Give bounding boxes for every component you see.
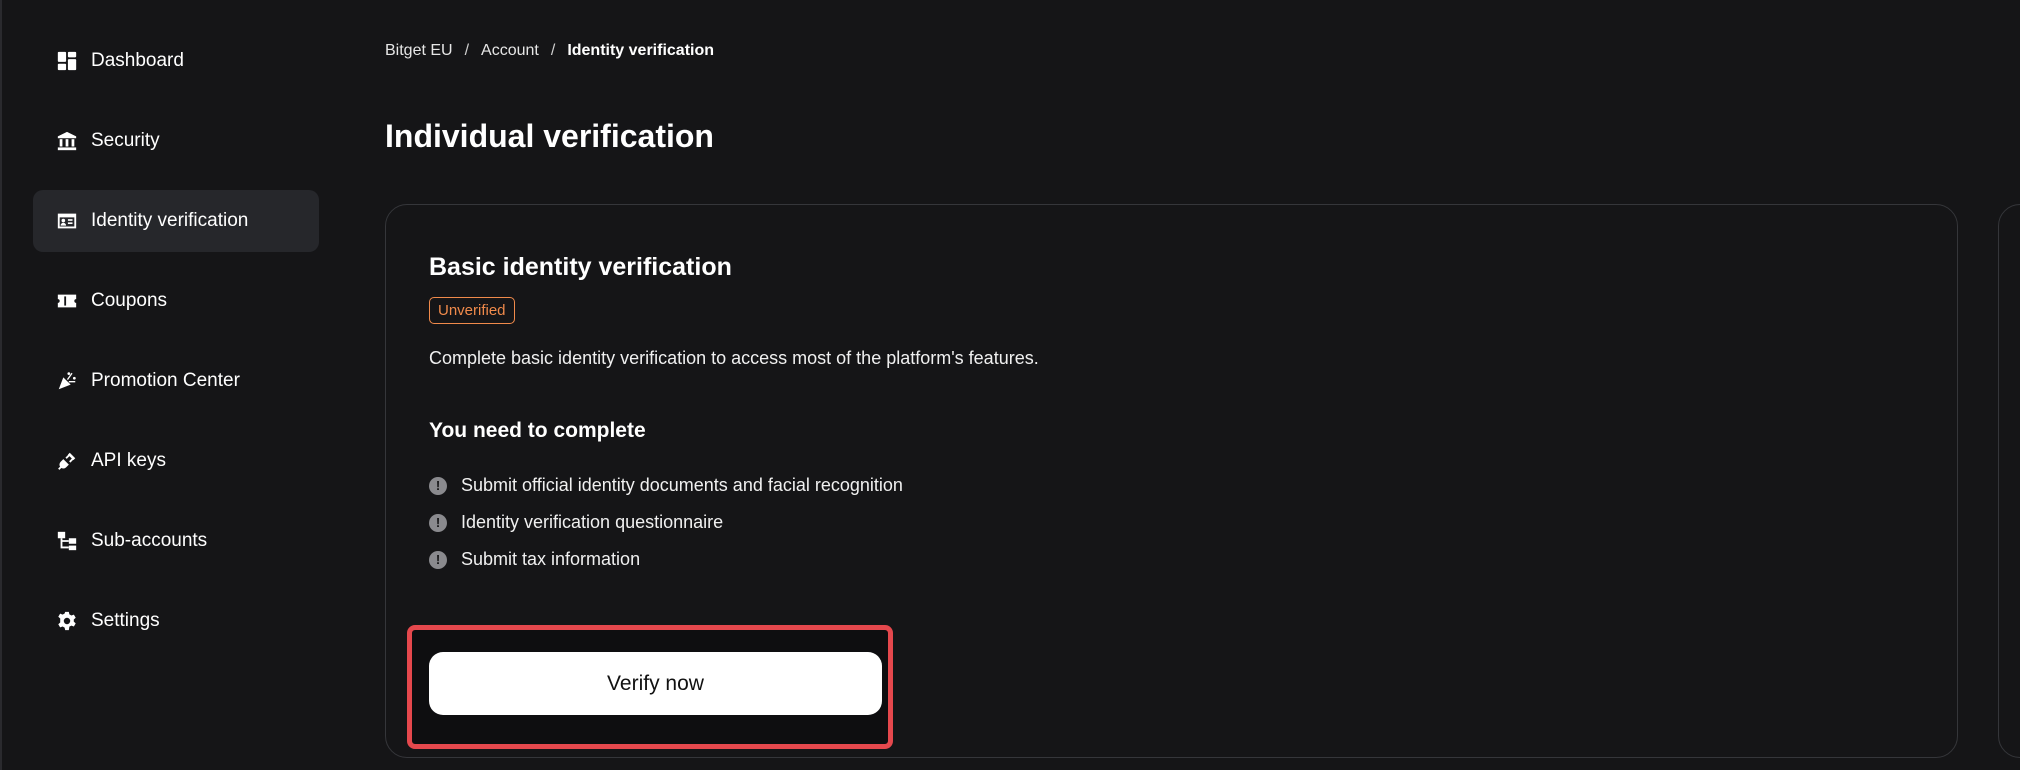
plug-icon: [55, 449, 79, 473]
card-title: Basic identity verification: [429, 253, 732, 281]
sidebar-item-label: Identity verification: [91, 210, 249, 231]
basic-verification-card: Basic identity verification Unverified C…: [385, 204, 1958, 758]
requirements-title: You need to complete: [429, 419, 646, 442]
sidebar-item-security[interactable]: Security: [33, 110, 319, 172]
sidebar-item-label: Security: [91, 130, 160, 151]
sidebar-item-coupons[interactable]: Coupons: [33, 270, 319, 332]
sidebar-item-api-keys[interactable]: API keys: [33, 430, 319, 492]
requirements-list: ! Submit official identity documents and…: [429, 467, 903, 578]
sidebar-item-sub-accounts[interactable]: Sub-accounts: [33, 510, 319, 572]
sidebar-item-label: API keys: [91, 450, 166, 471]
list-item: ! Submit official identity documents and…: [429, 467, 903, 504]
exclamation-icon: !: [429, 476, 447, 495]
page-title: Individual verification: [385, 118, 714, 154]
sidebar-item-promotion-center[interactable]: Promotion Center: [33, 350, 319, 412]
breadcrumb: Bitget EU / Account / Identity verificat…: [385, 42, 714, 60]
requirement-text: Submit official identity documents and f…: [461, 475, 903, 495]
sidebar-item-label: Coupons: [91, 290, 168, 311]
exclamation-icon: !: [429, 550, 447, 569]
status-badge: Unverified: [429, 297, 515, 324]
dashboard-icon: [55, 49, 79, 73]
card-description: Complete basic identity verification to …: [429, 348, 1039, 368]
breadcrumb-link-account[interactable]: Account: [481, 42, 539, 60]
gear-icon: [55, 609, 79, 633]
hierarchy-icon: [55, 529, 79, 553]
breadcrumb-link-bitget-eu[interactable]: Bitget EU: [385, 42, 453, 60]
next-card-edge: [1998, 204, 2020, 758]
sidebar-item-settings[interactable]: Settings: [33, 590, 319, 652]
breadcrumb-separator: /: [550, 42, 556, 59]
list-item: ! Identity verification questionnaire: [429, 504, 903, 541]
requirement-text: Identity verification questionnaire: [461, 512, 724, 532]
sidebar-item-identity-verification[interactable]: Identity verification: [33, 190, 319, 252]
breadcrumb-separator: /: [464, 42, 470, 59]
sidebar-item-dashboard[interactable]: Dashboard: [33, 30, 319, 92]
list-item: ! Submit tax information: [429, 541, 903, 578]
sidebar: Dashboard Security Identity verification…: [33, 30, 319, 670]
party-popper-icon: [55, 369, 79, 393]
sidebar-item-label: Sub-accounts: [91, 530, 208, 551]
id-card-icon: [55, 209, 79, 233]
sidebar-item-label: Settings: [91, 610, 160, 631]
window-edge: [0, 0, 2, 770]
sidebar-item-label: Dashboard: [91, 50, 184, 71]
requirement-text: Submit tax information: [461, 549, 641, 569]
sidebar-item-label: Promotion Center: [91, 370, 240, 391]
verify-now-button[interactable]: Verify now: [429, 652, 882, 715]
bank-icon: [55, 129, 79, 153]
exclamation-icon: !: [429, 513, 447, 532]
ticket-icon: [55, 289, 79, 313]
breadcrumb-current: Identity verification: [567, 42, 715, 59]
